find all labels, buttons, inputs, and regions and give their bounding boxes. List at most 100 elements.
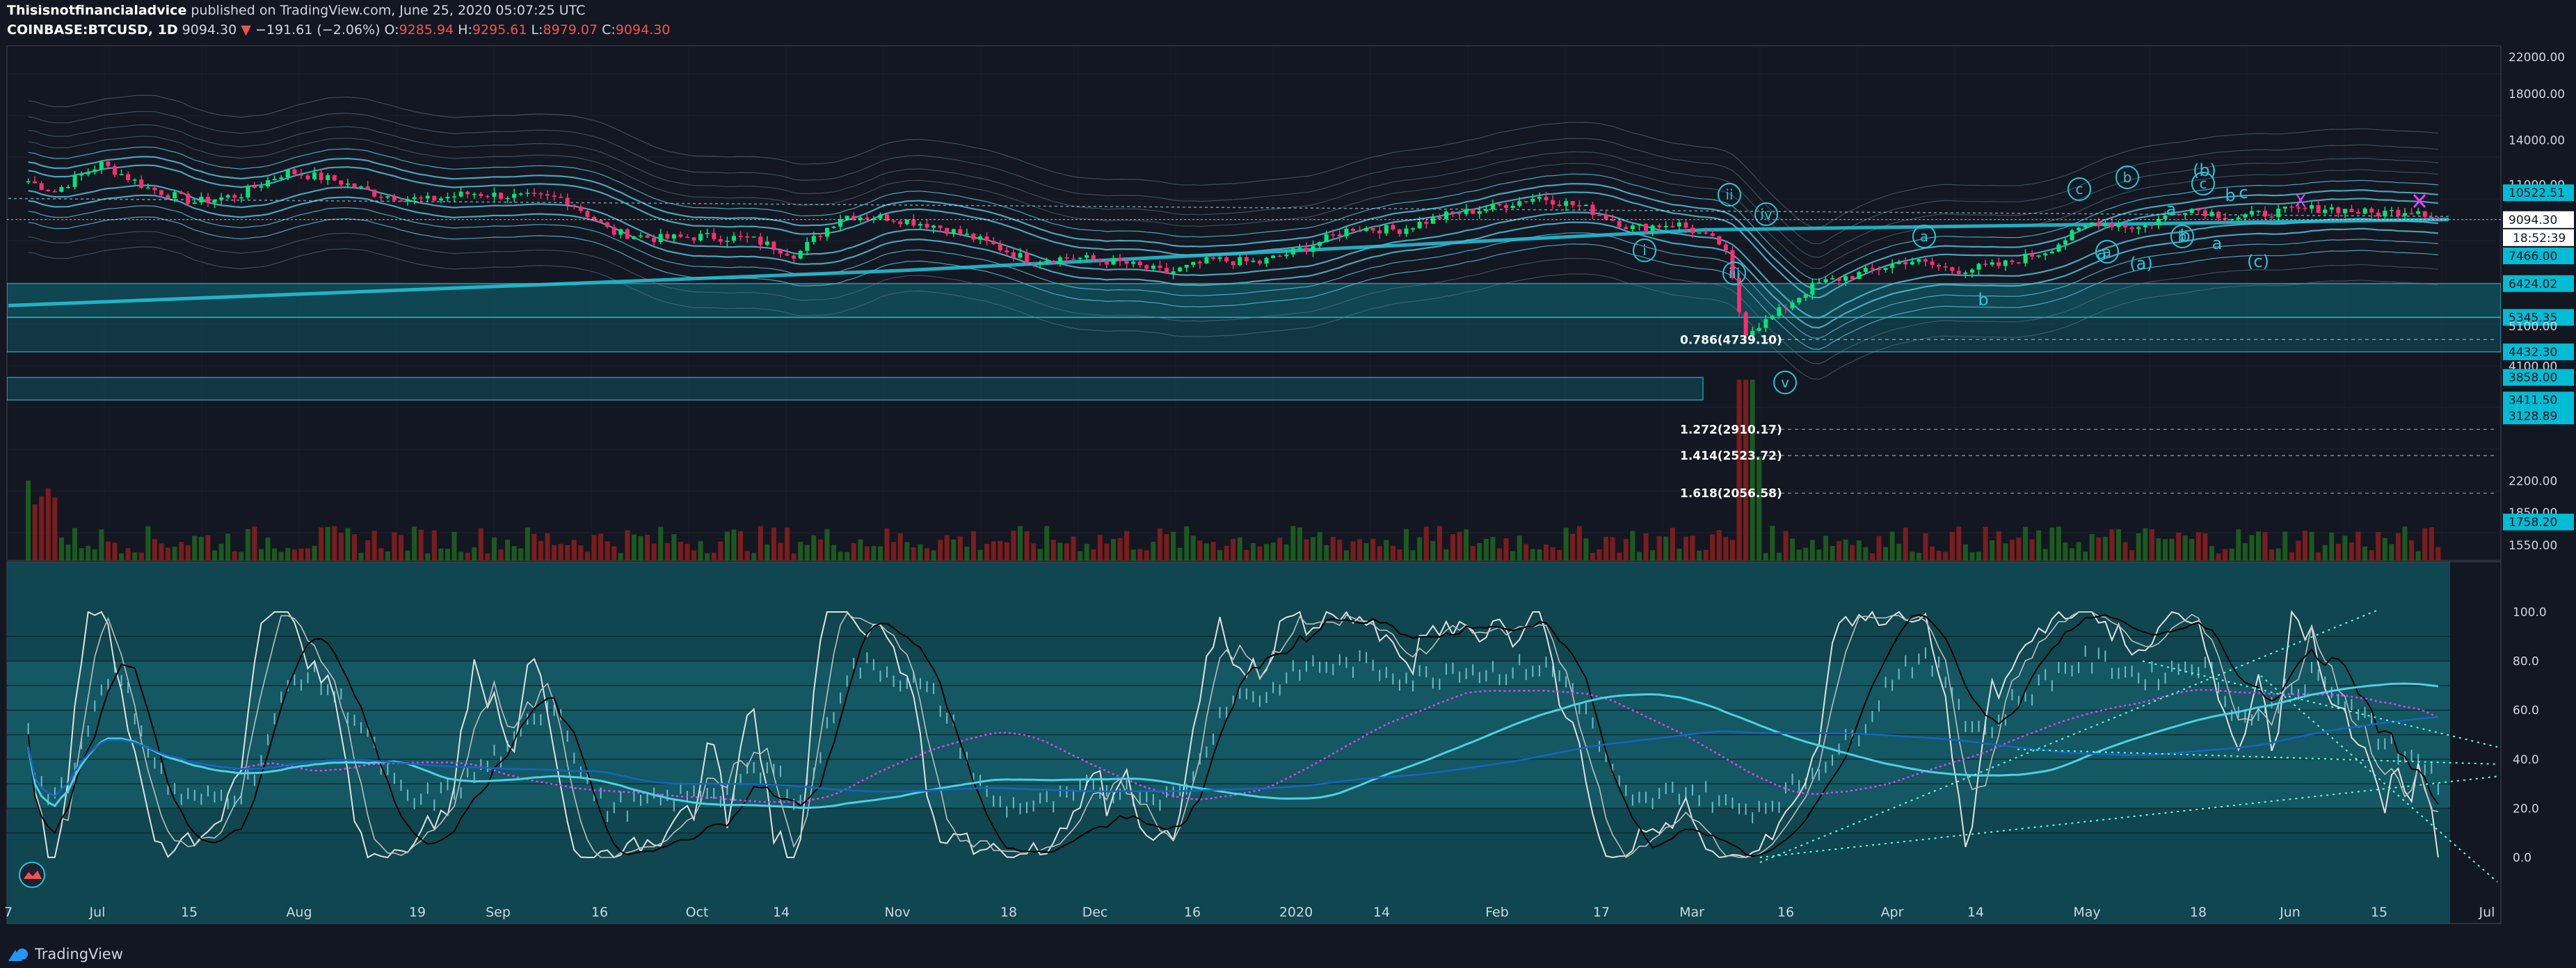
volume-bar bbox=[977, 549, 983, 560]
volume-bar bbox=[212, 550, 218, 560]
volume-bar bbox=[365, 540, 371, 560]
volume-bar bbox=[804, 544, 810, 560]
x-tick-label: Jul bbox=[89, 905, 106, 920]
candle-body bbox=[1098, 259, 1103, 261]
volume-bar bbox=[1710, 534, 1715, 560]
candle-body bbox=[1943, 266, 1948, 268]
support-zone bbox=[7, 283, 2501, 318]
candle-body bbox=[192, 202, 197, 204]
chart-canvas[interactable]: 0.786(4739.10) 1.272(2910.17) 1.414(2523.7… bbox=[0, 42, 2576, 940]
candle-body bbox=[2323, 209, 2328, 213]
candle-body bbox=[958, 229, 963, 234]
volume-bar bbox=[1078, 551, 1083, 560]
candle-body bbox=[1990, 262, 1994, 265]
candle-body bbox=[1197, 261, 1202, 264]
candle-body bbox=[152, 187, 157, 191]
volume-bar bbox=[1996, 531, 2001, 560]
volume-bar bbox=[2376, 532, 2381, 560]
candle-body bbox=[785, 253, 790, 256]
volume-bar bbox=[824, 529, 830, 560]
candle-body bbox=[978, 236, 983, 240]
volume-bar bbox=[851, 543, 856, 560]
candle-body bbox=[132, 179, 137, 181]
brand-label: TradingView bbox=[35, 946, 123, 962]
price-tick-label: 3858.00 bbox=[2509, 371, 2557, 385]
volume-bar bbox=[1004, 542, 1009, 560]
volume-bar bbox=[92, 549, 97, 560]
volume-bar bbox=[2202, 533, 2208, 560]
candle-body bbox=[1490, 204, 1495, 210]
volume-bar bbox=[1330, 537, 1336, 560]
candle-body bbox=[1544, 197, 1549, 200]
candle-body bbox=[598, 220, 603, 223]
candle-body bbox=[505, 197, 510, 200]
volume-bar bbox=[1297, 527, 1302, 560]
candle-body bbox=[259, 186, 264, 188]
volume-bar bbox=[1590, 553, 1595, 560]
candle-body bbox=[2202, 210, 2207, 216]
volume-bar bbox=[2389, 544, 2394, 560]
volume-bar bbox=[938, 540, 943, 560]
volume-bar bbox=[1177, 547, 1183, 560]
volume-bar bbox=[1017, 526, 1023, 560]
volume-bar bbox=[2176, 532, 2182, 560]
x-tick-label: May bbox=[2073, 905, 2100, 920]
candle-body bbox=[2376, 212, 2381, 217]
candle-body bbox=[1644, 223, 1649, 231]
tradingview-brand[interactable]: TradingView bbox=[8, 946, 123, 962]
elliott-wave-label: a bbox=[2212, 234, 2223, 253]
candle-body bbox=[1823, 279, 1828, 283]
candle-body bbox=[2256, 211, 2261, 212]
candle-body bbox=[99, 161, 104, 170]
volume-bar bbox=[611, 546, 617, 560]
candle-body bbox=[1523, 201, 1528, 202]
volume-bar bbox=[2149, 529, 2154, 560]
open-value: 9285.94 bbox=[399, 22, 454, 38]
symbol-label[interactable]: COINBASE:BTCUSD, 1D bbox=[7, 22, 178, 38]
volume-bar bbox=[1610, 537, 1615, 560]
candle-body bbox=[2336, 207, 2341, 213]
candle-body bbox=[1830, 278, 1834, 280]
volume-bar bbox=[425, 553, 431, 560]
candle-body bbox=[2236, 217, 2241, 219]
candle-body bbox=[239, 197, 243, 199]
candle-body bbox=[2243, 214, 2248, 218]
volume-bar bbox=[225, 533, 231, 560]
volume-bar bbox=[1903, 527, 1908, 560]
candle-body bbox=[1683, 222, 1688, 228]
volume-bar bbox=[2209, 546, 2214, 560]
candle-body bbox=[2143, 225, 2147, 227]
volume-bar bbox=[931, 550, 936, 560]
volume-bar bbox=[1450, 534, 1456, 560]
volume-bar bbox=[678, 542, 683, 560]
price-tick-label: 1758.20 bbox=[2509, 516, 2557, 530]
volume-bar bbox=[1464, 529, 1469, 560]
volume-bar bbox=[1104, 543, 1110, 560]
volume-bar bbox=[458, 551, 464, 560]
candle-body bbox=[1917, 259, 1921, 262]
volume-bar bbox=[2189, 538, 2195, 560]
candle-body bbox=[2403, 213, 2408, 216]
volume-bar bbox=[2369, 550, 2374, 560]
volume-bar bbox=[179, 542, 184, 560]
volume-bar bbox=[1137, 549, 1143, 560]
oscillator-pane[interactable] bbox=[6, 561, 2502, 924]
candle-body bbox=[1530, 198, 1535, 202]
volume-bar bbox=[2116, 529, 2122, 560]
volume-bar bbox=[1597, 549, 1602, 560]
author-name[interactable]: Thisisnotfinancialadvice bbox=[7, 3, 186, 18]
candle-body bbox=[751, 236, 756, 238]
candle-body bbox=[305, 175, 310, 179]
volume-bar bbox=[2435, 547, 2441, 560]
volume-bar bbox=[731, 529, 737, 560]
candle-body bbox=[266, 180, 271, 187]
candle-body bbox=[898, 221, 903, 225]
volume-bar bbox=[1690, 535, 1695, 560]
candle-body bbox=[1484, 209, 1489, 211]
volume-bar bbox=[1969, 552, 1975, 560]
volume-bar bbox=[891, 542, 897, 560]
volume-bar bbox=[1570, 533, 1576, 560]
volume-bar bbox=[552, 544, 557, 560]
volume-bar bbox=[1151, 542, 1156, 560]
volume-bar bbox=[319, 527, 324, 560]
